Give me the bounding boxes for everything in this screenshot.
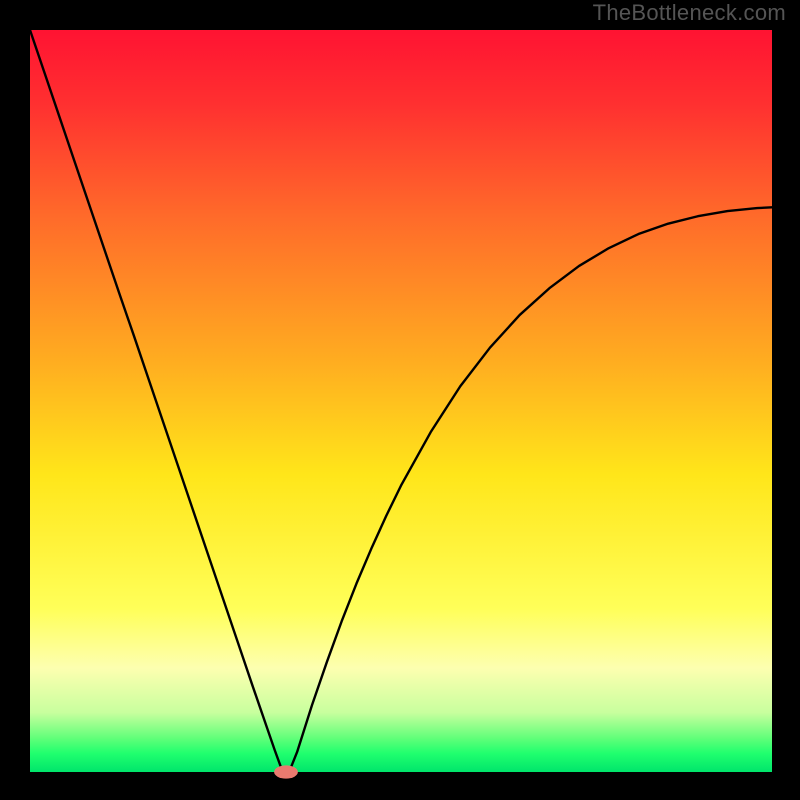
watermark-text: TheBottleneck.com <box>593 0 786 26</box>
plot-background <box>30 30 772 772</box>
bottleneck-chart <box>0 0 800 800</box>
optimal-point-marker <box>274 765 298 778</box>
chart-frame: TheBottleneck.com <box>0 0 800 800</box>
